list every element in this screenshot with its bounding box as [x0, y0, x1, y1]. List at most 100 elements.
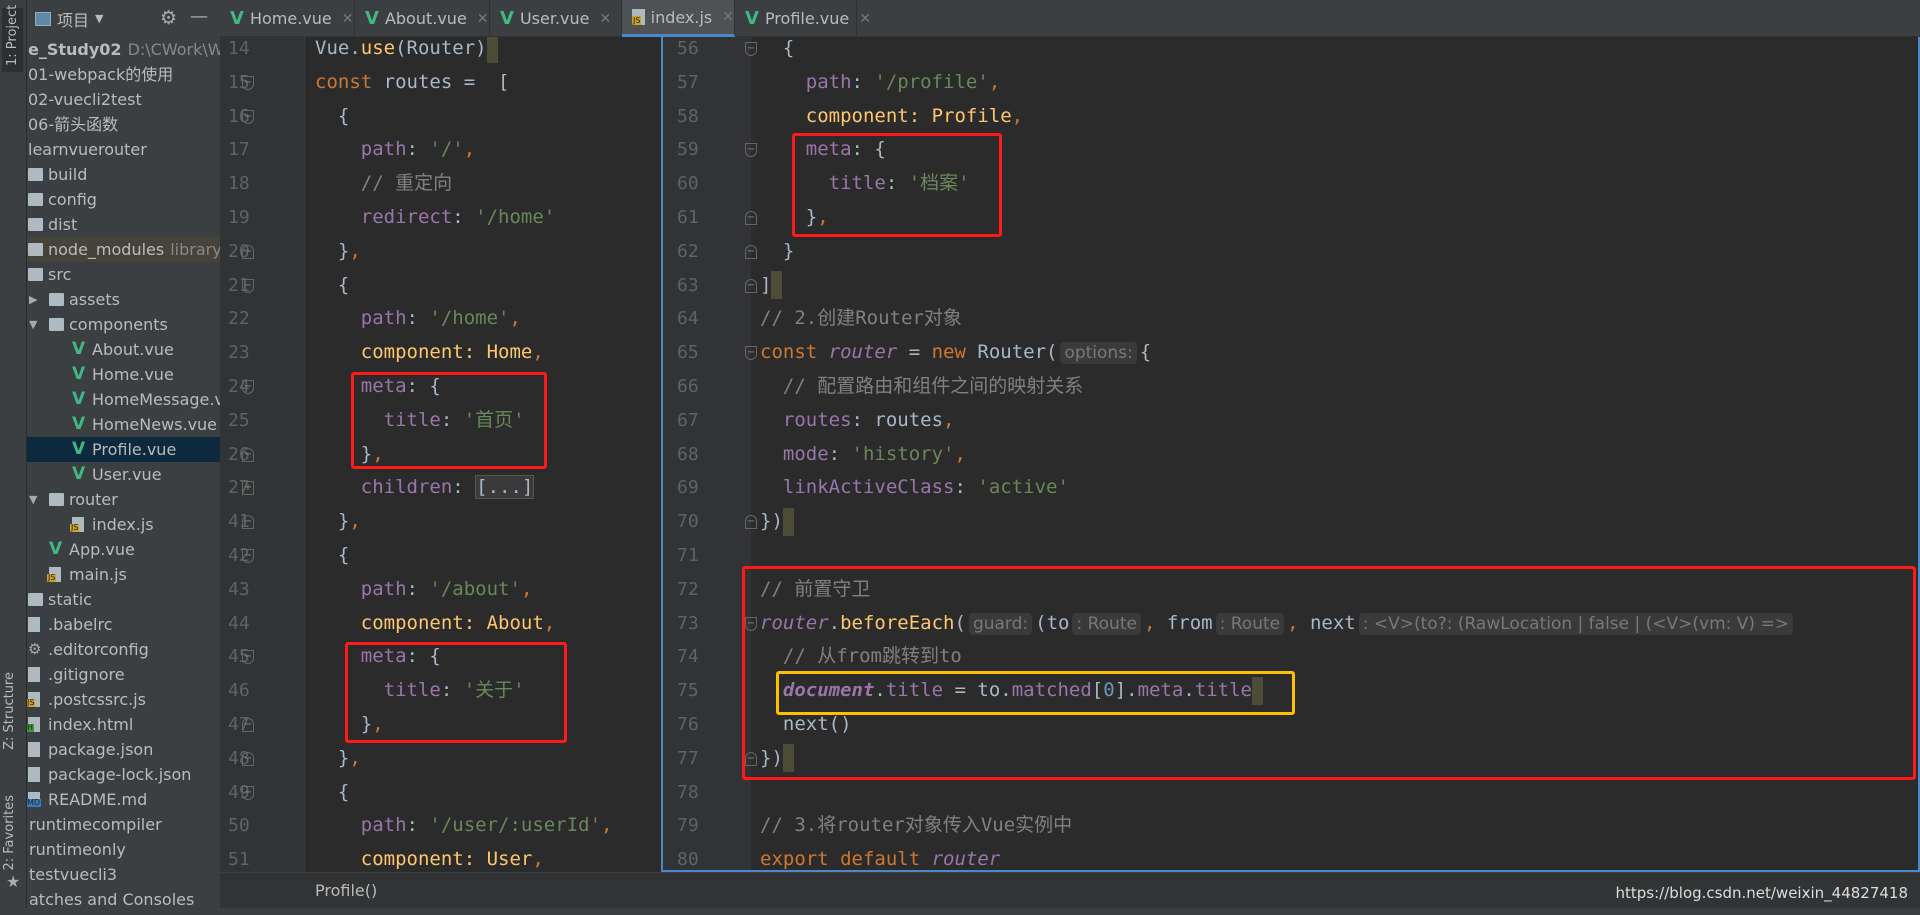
- fold-collapse-icon[interactable]: −: [242, 75, 254, 90]
- tree-item[interactable]: build: [27, 162, 220, 187]
- fold-collapse-icon[interactable]: −: [745, 210, 757, 225]
- fold-expand-icon[interactable]: +: [242, 481, 254, 496]
- code-line[interactable]: 46 title: '关于': [220, 674, 660, 708]
- code-line[interactable]: 50 path: '/user/:userId',: [220, 809, 660, 843]
- close-icon[interactable]: ✕: [859, 11, 871, 27]
- code-line[interactable]: 26− },: [220, 438, 660, 472]
- code-line[interactable]: 48− },: [220, 742, 660, 776]
- fold-collapse-icon[interactable]: −: [242, 447, 254, 462]
- fold-collapse-icon[interactable]: −: [242, 785, 254, 800]
- code-line[interactable]: 49− {: [220, 776, 660, 810]
- code-line[interactable]: 16− {: [220, 100, 660, 134]
- tree-item[interactable]: learnvuerouter: [27, 137, 220, 162]
- code-line[interactable]: 15− const routes = [: [220, 66, 660, 100]
- tree-item[interactable]: src: [27, 262, 220, 287]
- tree-item[interactable]: e_Study02D:\CWork\Web: [27, 37, 220, 62]
- code-line[interactable]: 58 component: Profile,: [663, 100, 1918, 134]
- code-line[interactable]: 62 − }: [663, 235, 1918, 269]
- code-line[interactable]: 17 path: '/',: [220, 133, 660, 167]
- tab-profile-vue[interactable]: V Profile.vue ✕: [735, 0, 871, 37]
- tab-user-vue[interactable]: V User.vue ✕: [490, 0, 622, 37]
- code-line[interactable]: 51 component: User,: [220, 843, 660, 872]
- tree-item[interactable]: .gitignore: [27, 662, 220, 687]
- code-line[interactable]: 23 component: Home,: [220, 336, 660, 370]
- code-line[interactable]: 79 // 3.将router对象传入Vue实例中: [663, 809, 1918, 843]
- tree-item[interactable]: atches and Consoles: [27, 887, 220, 908]
- code-line[interactable]: 64 // 2.创建Router对象: [663, 302, 1918, 336]
- code-line[interactable]: 63 −]: [663, 269, 1918, 303]
- code-line[interactable]: 78: [663, 776, 1918, 810]
- code-line[interactable]: 57 path: '/profile',: [663, 66, 1918, 100]
- fold-collapse-icon[interactable]: −: [242, 109, 254, 124]
- close-icon[interactable]: ✕: [599, 11, 611, 27]
- minimize-icon[interactable]: —: [190, 6, 208, 27]
- tree-item[interactable]: runtimecompiler: [27, 812, 220, 837]
- tree-item[interactable]: .babelrc: [27, 612, 220, 637]
- code-line[interactable]: 14 Vue.use(Router): [220, 37, 660, 66]
- close-icon[interactable]: ✕: [342, 11, 354, 27]
- code-line[interactable]: 41− },: [220, 505, 660, 539]
- fold-collapse-icon[interactable]: −: [242, 379, 254, 394]
- fold-collapse-icon[interactable]: −: [745, 515, 757, 530]
- tab-index-js[interactable]: JS index.js ✕: [622, 0, 735, 37]
- code-line[interactable]: 68 mode: 'history',: [663, 438, 1918, 472]
- code-line[interactable]: 56 − {: [663, 37, 1918, 66]
- fold-collapse-icon[interactable]: −: [745, 244, 757, 259]
- fold-collapse-icon[interactable]: −: [745, 42, 757, 56]
- code-line[interactable]: 44 component: About,: [220, 607, 660, 641]
- tab-about-vue[interactable]: V About.vue ✕: [355, 0, 490, 37]
- code-line[interactable]: 65 − const router = new Router(options:{: [663, 336, 1918, 370]
- code-line[interactable]: 60 title: '档案': [663, 167, 1918, 201]
- tool-tab-project[interactable]: 1: Project: [2, 5, 23, 72]
- fold-collapse-icon[interactable]: −: [745, 616, 757, 631]
- tree-item[interactable]: ▼ components: [27, 312, 220, 337]
- chevron-right-icon[interactable]: ▶: [29, 287, 37, 312]
- code-line[interactable]: 71: [663, 539, 1918, 573]
- chevron-down-icon[interactable]: ▼: [29, 312, 37, 337]
- code-line[interactable]: 77 −}): [663, 742, 1918, 776]
- code-line[interactable]: 25 title: '首页': [220, 404, 660, 438]
- tree-item[interactable]: config: [27, 187, 220, 212]
- code-line[interactable]: 66 // 配置路由和组件之间的映射关系: [663, 370, 1918, 404]
- code-line[interactable]: 67 routes: routes,: [663, 404, 1918, 438]
- tree-item[interactable]: package.json: [27, 737, 220, 762]
- code-line[interactable]: 59 − meta: {: [663, 133, 1918, 167]
- tree-item[interactable]: V Home.vue: [27, 362, 220, 387]
- tree-item[interactable]: MD README.md: [27, 787, 220, 812]
- fold-collapse-icon[interactable]: −: [242, 244, 254, 259]
- tab-home-vue[interactable]: V Home.vue ✕: [220, 0, 355, 37]
- close-icon[interactable]: ✕: [722, 9, 734, 25]
- tree-item[interactable]: package-lock.json: [27, 762, 220, 787]
- code-line[interactable]: 47− },: [220, 708, 660, 742]
- tree-item[interactable]: 06-箭头函数: [27, 112, 220, 137]
- tree-item[interactable]: testvuecli3: [27, 862, 220, 887]
- code-line[interactable]: 70 −}): [663, 505, 1918, 539]
- tree-item[interactable]: ▼ router: [27, 487, 220, 512]
- code-line[interactable]: 61 − },: [663, 201, 1918, 235]
- fold-collapse-icon[interactable]: −: [242, 717, 254, 732]
- tree-item[interactable]: ⚙ .editorconfig: [27, 637, 220, 662]
- tree-item[interactable]: runtimeonly: [27, 837, 220, 862]
- tool-tab-structure[interactable]: Z: Structure: [2, 672, 17, 750]
- code-line[interactable]: 45− meta: {: [220, 640, 660, 674]
- fold-collapse-icon[interactable]: −: [242, 751, 254, 766]
- tree-item[interactable]: JS .postcssrc.js: [27, 687, 220, 712]
- fold-collapse-icon[interactable]: −: [242, 515, 254, 530]
- tree-item[interactable]: static: [27, 587, 220, 612]
- code-line[interactable]: 24− meta: {: [220, 370, 660, 404]
- code-line[interactable]: 19 redirect: '/home': [220, 201, 660, 235]
- fold-collapse-icon[interactable]: −: [745, 278, 757, 293]
- code-line[interactable]: 20− },: [220, 235, 660, 269]
- code-line[interactable]: 69 linkActiveClass: 'active': [663, 471, 1918, 505]
- project-view-selector[interactable]: 项目: [57, 7, 89, 31]
- code-line[interactable]: 21− {: [220, 269, 660, 303]
- code-line[interactable]: 73− router.beforeEach(guard: (to: Route, f…: [663, 607, 1918, 641]
- tree-item[interactable]: JS main.js: [27, 562, 220, 587]
- tree-item[interactable]: Hindex.html: [27, 712, 220, 737]
- code-line[interactable]: 75 document.title = to.matched[0].meta.t…: [663, 674, 1918, 708]
- tree-item[interactable]: V App.vue: [27, 537, 220, 562]
- code-line[interactable]: 43 path: '/about',: [220, 573, 660, 607]
- tree-item[interactable]: JS index.js: [27, 512, 220, 537]
- fold-collapse-icon[interactable]: −: [242, 548, 254, 563]
- tree-item[interactable]: dist: [27, 212, 220, 237]
